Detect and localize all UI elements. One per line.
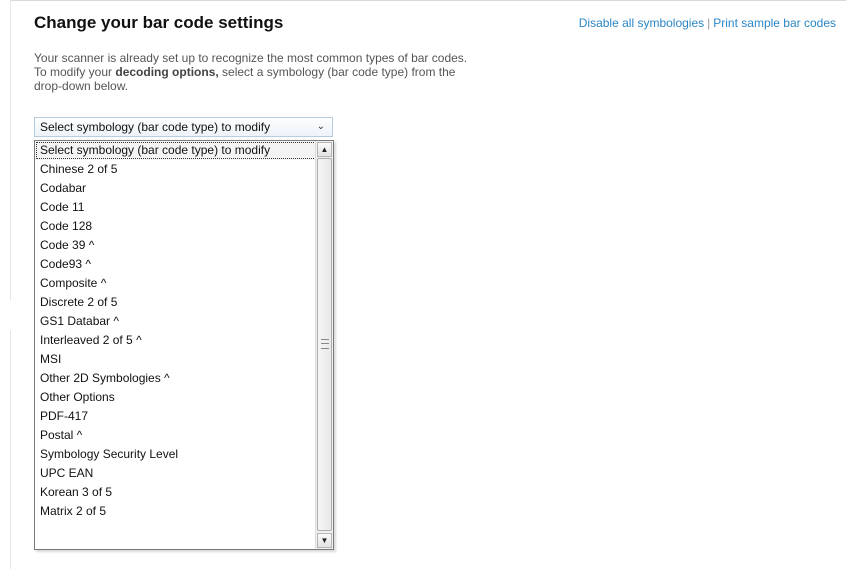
intro-text: Your scanner is already set up to recogn… — [34, 51, 474, 93]
dropdown-option[interactable]: MSI — [35, 350, 317, 369]
intro-text-bold: decoding options, — [115, 65, 219, 79]
dropdown-option[interactable]: PDF-417 — [35, 407, 317, 426]
panel-border-left-lower — [10, 330, 11, 569]
dropdown-option[interactable]: GS1 Databar ^ — [35, 312, 317, 331]
print-sample-bar-codes-link[interactable]: Print sample bar codes — [713, 16, 836, 30]
panel-border-top — [10, 0, 846, 1]
dropdown-option[interactable]: Symbology Security Level — [35, 445, 317, 464]
dropdown-option[interactable]: Code93 ^ — [35, 255, 317, 274]
dropdown-option[interactable]: UPC EAN — [35, 464, 317, 483]
scroll-down-button[interactable]: ▼ — [317, 533, 332, 548]
dropdown-option[interactable]: Code 39 ^ — [35, 236, 317, 255]
settings-page: Change your bar code settings Disable al… — [0, 0, 846, 569]
scrollbar-grip-icon — [321, 339, 329, 349]
symbology-select-value: Select symbology (bar code type) to modi… — [40, 120, 271, 134]
scroll-up-button[interactable]: ▲ — [317, 142, 332, 157]
symbology-select[interactable]: Select symbology (bar code type) to modi… — [34, 117, 333, 137]
dropdown-option[interactable]: Postal ^ — [35, 426, 317, 445]
dropdown-options: Select symbology (bar code type) to modi… — [35, 141, 317, 521]
panel-border-left — [10, 0, 11, 300]
dropdown-option[interactable]: Select symbology (bar code type) to modi… — [35, 141, 317, 160]
dropdown-option[interactable]: Other Options — [35, 388, 317, 407]
dropdown-option[interactable]: Interleaved 2 of 5 ^ — [35, 331, 317, 350]
dropdown-option[interactable]: Code 128 — [35, 217, 317, 236]
dropdown-option[interactable]: Chinese 2 of 5 — [35, 160, 317, 179]
arrow-up-icon: ▲ — [320, 145, 329, 154]
dropdown-option[interactable]: Composite ^ — [35, 274, 317, 293]
dropdown-option[interactable]: Code 11 — [35, 198, 317, 217]
page-title: Change your bar code settings — [34, 13, 284, 32]
dropdown-scrollbar[interactable]: ▲ ▼ — [315, 141, 333, 549]
dropdown-option[interactable]: Korean 3 of 5 — [35, 483, 317, 502]
link-separator: | — [707, 16, 711, 30]
chevron-down-icon: ⌄ — [316, 121, 325, 132]
symbology-dropdown-list[interactable]: Select symbology (bar code type) to modi… — [34, 140, 334, 550]
disable-all-symbologies-link[interactable]: Disable all symbologies — [579, 16, 704, 30]
arrow-down-icon: ▼ — [320, 536, 329, 545]
header-links: Disable all symbologies | Print sample bar… — [579, 16, 836, 30]
scrollbar-thumb[interactable] — [317, 158, 332, 531]
dropdown-option[interactable]: Codabar — [35, 179, 317, 198]
dropdown-option[interactable]: Other 2D Symbologies ^ — [35, 369, 317, 388]
dropdown-option[interactable]: Matrix 2 of 5 — [35, 502, 317, 521]
dropdown-option[interactable]: Discrete 2 of 5 — [35, 293, 317, 312]
